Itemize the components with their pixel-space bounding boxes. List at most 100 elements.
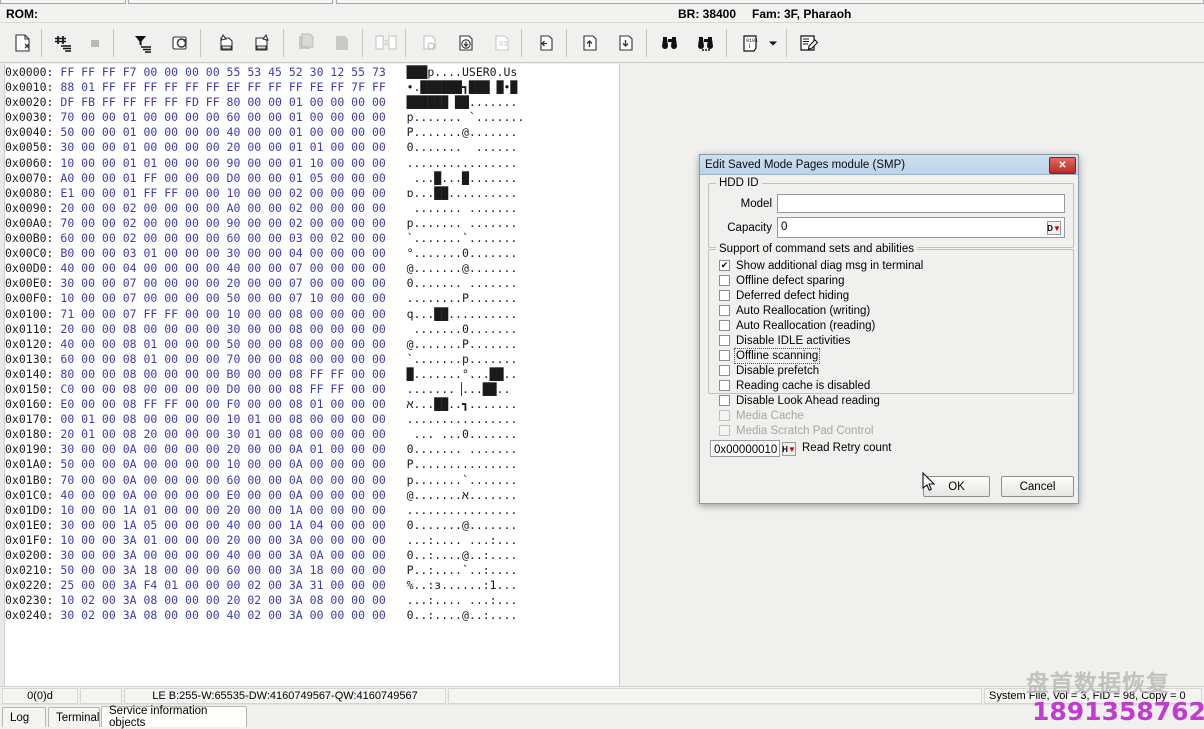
hex-row[interactable]: 0x0140: 80 00 00 08 00 00 00 00 B0 00 00… <box>5 367 619 382</box>
hex-bytes[interactable]: 40 00 00 08 01 00 00 00 50 00 00 08 00 0… <box>60 337 385 351</box>
hex-ascii[interactable]: 0.......@....... <box>386 518 518 532</box>
hex-row[interactable]: 0x0150: C0 00 00 08 00 00 00 00 D0 00 00… <box>5 382 619 397</box>
hex-bytes[interactable]: 88 01 FF FF FF FF FF FF EF FF FF FF FE F… <box>60 80 385 94</box>
hex-bytes[interactable]: C0 00 00 08 00 00 00 00 D0 00 00 08 FF F… <box>60 382 385 396</box>
hex-bytes[interactable]: 20 00 00 02 00 00 00 00 A0 00 00 02 00 0… <box>60 201 385 215</box>
checkbox-offline-scanning[interactable]: Offline scanning <box>719 348 818 363</box>
checkbox-disable-prefetch[interactable]: Disable prefetch <box>719 363 819 378</box>
hex-ascii[interactable]: ...:.... ...:... <box>386 533 518 547</box>
refresh-camera-icon[interactable] <box>166 28 196 58</box>
save-down-icon[interactable] <box>451 28 481 58</box>
hex-ascii[interactable]: °.......0....... <box>386 246 518 260</box>
hex-ascii[interactable]: q...██.......... <box>386 307 518 321</box>
hex-bytes[interactable]: A0 00 00 01 FF 00 00 00 D0 00 00 01 05 0… <box>60 171 385 185</box>
hex-row[interactable]: 0x0100: 71 00 00 07 FF FF 00 00 10 00 00… <box>5 307 619 322</box>
checkbox-icon[interactable] <box>719 290 730 301</box>
hex-dump-panel[interactable]: 0x0000: FF FF FF F7 00 00 00 00 55 53 45… <box>0 64 620 686</box>
hex-row[interactable]: 0x01B0: 70 00 00 0A 00 00 00 00 60 00 00… <box>5 473 619 488</box>
hex-row[interactable]: 0x0180: 20 01 00 08 20 00 00 00 30 01 00… <box>5 427 619 442</box>
hex-ascii[interactable]: ... ...0....... <box>386 427 518 441</box>
hex-row[interactable]: 0x0060: 10 00 00 01 01 00 00 00 90 00 00… <box>5 156 619 171</box>
hex-bytes[interactable]: 50 00 00 01 00 00 00 00 40 00 00 01 00 0… <box>60 125 385 139</box>
hex-ascii[interactable]: 0..:....@..:.... <box>386 548 518 562</box>
hex-row[interactable]: 0x0210: 50 00 00 3A 18 00 00 00 60 00 00… <box>5 563 619 578</box>
hex-bytes[interactable]: 71 00 00 07 FF FF 00 00 10 00 00 08 00 0… <box>60 307 385 321</box>
hex-row[interactable]: 0x00A0: 70 00 00 02 00 00 00 00 90 00 00… <box>5 216 619 231</box>
hex-bytes[interactable]: DF FB FF FF FF FF FD FF 80 00 00 01 00 0… <box>60 95 385 109</box>
checkbox-disable-idle-activities[interactable]: Disable IDLE activities <box>719 333 850 348</box>
hex-row[interactable]: 0x0160: E0 00 00 08 FF FF 00 00 F0 00 00… <box>5 397 619 412</box>
hex-bytes[interactable]: 30 00 00 1A 05 00 00 00 40 00 00 1A 04 0… <box>60 518 385 532</box>
hex-row[interactable]: 0x0230: 10 02 00 3A 08 00 00 00 20 02 00… <box>5 593 619 608</box>
checkbox-auto-reallocation-reading[interactable]: Auto Reallocation (reading) <box>719 318 875 333</box>
checkbox-auto-reallocation-writing[interactable]: Auto Reallocation (writing) <box>719 303 870 318</box>
hex-bytes[interactable]: 60 00 00 02 00 00 00 00 60 00 00 03 00 0… <box>60 231 385 245</box>
hex-bytes[interactable]: 50 00 00 0A 00 00 00 00 10 00 00 0A 00 0… <box>60 457 385 471</box>
checkbox-show-additional-diag-msg-in-terminal[interactable]: ✔Show additional diag msg in terminal <box>719 258 923 273</box>
hex-row[interactable]: 0x00B0: 60 00 00 02 00 00 00 00 60 00 00… <box>5 231 619 246</box>
hex-ascii[interactable]: 0....... ....... <box>386 276 518 290</box>
close-icon[interactable]: ✕ <box>1049 157 1076 174</box>
binoculars-icon[interactable] <box>655 28 685 58</box>
dialog-titlebar[interactable]: Edit Saved Mode Pages module (SMP) ✕ <box>700 155 1078 175</box>
ok-button[interactable]: OK <box>923 476 990 497</box>
hex-bytes[interactable]: 40 00 00 0A 00 00 00 00 E0 00 00 0A 00 0… <box>60 488 385 502</box>
hex-bytes[interactable]: 30 00 00 01 00 00 00 00 20 00 00 01 01 0… <box>60 140 385 154</box>
hex-bytes[interactable]: 10 02 00 3A 08 00 00 00 20 02 00 3A 08 0… <box>60 593 385 607</box>
hex-bytes[interactable]: 40 00 00 04 00 00 00 00 40 00 00 07 00 0… <box>60 261 385 275</box>
hex-bytes[interactable]: 70 00 00 0A 00 00 00 00 60 00 00 0A 00 0… <box>60 473 385 487</box>
hex-ascii[interactable]: .......▕...██.. <box>386 382 511 396</box>
hex-ascii[interactable]: ................ <box>386 156 518 170</box>
hex-ascii[interactable]: █.......°...██.. <box>386 367 518 381</box>
hex-row[interactable]: 0x0130: 60 00 00 08 01 00 00 00 70 00 00… <box>5 352 619 367</box>
hex-ascii[interactable]: 0....... ....... <box>386 442 518 456</box>
hex-bytes[interactable]: 70 00 00 01 00 00 00 00 60 00 00 01 00 0… <box>60 110 385 124</box>
hex-row[interactable]: 0x0080: E1 00 00 01 FF FF 00 00 10 00 00… <box>5 186 619 201</box>
hex-row[interactable]: 0x0120: 40 00 00 08 01 00 00 00 50 00 00… <box>5 337 619 352</box>
hex-row[interactable]: 0x01F0: 10 00 00 3A 01 00 00 00 20 00 00… <box>5 533 619 548</box>
checkbox-icon[interactable] <box>719 275 730 286</box>
hex-ascii[interactable]: 0..:....@..:.... <box>386 608 518 622</box>
hex-bytes[interactable]: 00 01 00 08 00 00 00 00 10 01 00 08 00 0… <box>60 412 385 426</box>
info-scroll-icon[interactable]: 0101i <box>736 28 766 58</box>
hex-ascii[interactable]: ...:.... ...:... <box>386 593 518 607</box>
hex-row[interactable]: 0x00E0: 30 00 00 07 00 00 00 00 20 00 00… <box>5 276 619 291</box>
hex-row[interactable]: 0x0170: 00 01 00 08 00 00 00 00 10 01 00… <box>5 412 619 427</box>
model-field[interactable] <box>777 194 1065 213</box>
hex-bytes[interactable]: E0 00 00 08 FF FF 00 00 F0 00 00 08 01 0… <box>60 397 385 411</box>
hex-row[interactable]: 0x0070: A0 00 00 01 FF 00 00 00 D0 00 00… <box>5 171 619 186</box>
hex-row[interactable]: 0x0050: 30 00 00 01 00 00 00 00 20 00 00… <box>5 140 619 155</box>
read-retry-field[interactable]: 0x00000010 <box>710 440 780 457</box>
hex-bytes[interactable]: 30 00 00 3A 00 00 00 00 40 00 00 3A 0A 0… <box>60 548 385 562</box>
hex-ascii[interactable]: p....... ....... <box>386 216 518 230</box>
cancel-button[interactable]: Cancel <box>1001 476 1074 497</box>
hex-ascii[interactable]: ███p....USER0.Us <box>386 65 518 79</box>
hex-ascii[interactable]: p....... `....... <box>386 110 524 124</box>
read-retry-radix-spinner[interactable]: H▼ <box>782 442 796 456</box>
hex-row[interactable]: 0x0240: 30 02 00 3A 08 00 00 00 40 02 00… <box>5 608 619 623</box>
checkbox-icon[interactable] <box>719 350 730 361</box>
hex-ascii[interactable]: `.......p....... <box>386 352 518 366</box>
hex-bytes[interactable]: 25 00 00 3A F4 01 00 00 00 02 00 3A 31 0… <box>60 578 385 592</box>
capacity-radix-spinner[interactable]: D▼ <box>1047 221 1061 235</box>
hex-row[interactable]: 0x0220: 25 00 00 3A F4 01 00 00 00 02 00… <box>5 578 619 593</box>
hex-bytes[interactable]: 10 00 00 01 01 00 00 00 90 00 00 01 10 0… <box>60 156 385 170</box>
hex-ascii[interactable]: P............... <box>386 457 518 471</box>
binoculars-next-icon[interactable] <box>691 28 721 58</box>
hex-row[interactable]: 0x0020: DF FB FF FF FF FF FD FF 80 00 00… <box>5 95 619 110</box>
checkbox-icon[interactable] <box>719 365 730 376</box>
hex-bytes[interactable]: 10 00 00 07 00 00 00 00 50 00 00 07 10 0… <box>60 291 385 305</box>
hex-ascii[interactable]: P..:....`..:.... <box>386 563 518 577</box>
checkbox-icon[interactable] <box>719 335 730 346</box>
hex-ascii[interactable]: ................ <box>386 412 518 426</box>
hex-row[interactable]: 0x00F0: 10 00 00 07 00 00 00 00 50 00 00… <box>5 291 619 306</box>
hex-bytes[interactable]: 50 00 00 3A 18 00 00 00 60 00 00 3A 18 0… <box>60 563 385 577</box>
hex-bytes[interactable]: FF FF FF F7 00 00 00 00 55 53 45 52 30 1… <box>60 65 385 79</box>
hex-bytes[interactable]: 60 00 00 08 01 00 00 00 70 00 00 08 00 0… <box>60 352 385 366</box>
hex-ascii[interactable]: ɒ...██.......... <box>386 186 518 200</box>
hex-ascii[interactable]: ...█...█....... <box>386 171 518 185</box>
hash-lines-icon[interactable] <box>48 28 78 58</box>
import-module-icon[interactable] <box>212 28 242 58</box>
hex-bytes[interactable]: 20 01 00 08 20 00 00 00 30 01 00 08 00 0… <box>60 427 385 441</box>
hex-row[interactable]: 0x0030: 70 00 00 01 00 00 00 00 60 00 00… <box>5 110 619 125</box>
